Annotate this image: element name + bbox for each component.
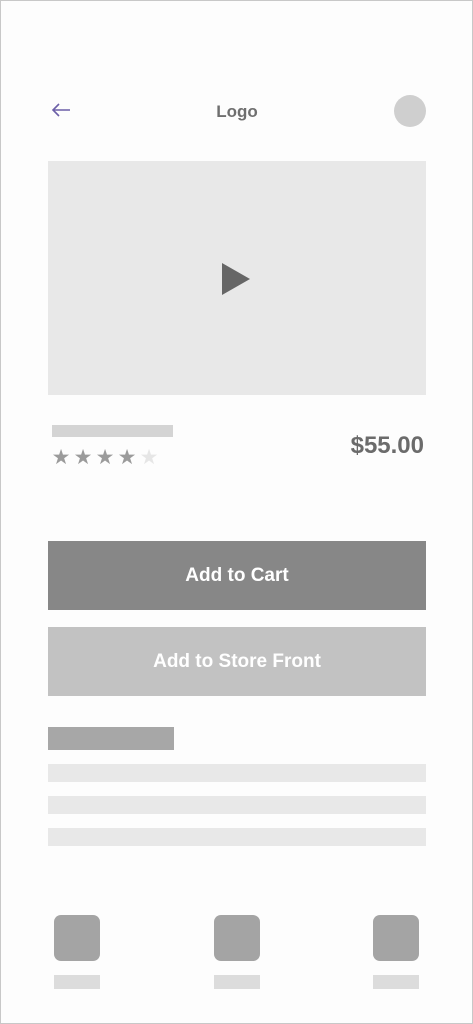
add-to-store-front-button[interactable]: Add to Store Front (48, 627, 426, 696)
bottom-nav-item-3[interactable] (373, 915, 419, 989)
nav-placeholder-icon (373, 915, 419, 961)
nav-placeholder-icon (54, 915, 100, 961)
product-video[interactable] (48, 161, 426, 395)
play-icon[interactable] (220, 261, 252, 297)
add-to-cart-button[interactable]: Add to Cart (48, 541, 426, 610)
star-empty-icon: ★ (139, 446, 159, 469)
bottom-nav-item-2[interactable] (214, 915, 260, 989)
nav-label-placeholder (214, 975, 260, 989)
star-icon: ★ (95, 446, 115, 469)
user-avatar-icon[interactable] (394, 95, 426, 127)
product-price: $55.00 (350, 432, 424, 459)
product-detail-screen: Logo ★ ★ ★ ★ ★ $55.00 Add to Cart Add to… (0, 0, 473, 1024)
star-icon: ★ (117, 446, 137, 469)
product-title-placeholder (52, 425, 173, 437)
description-line-placeholder (48, 764, 426, 782)
nav-label-placeholder (54, 975, 100, 989)
back-button[interactable] (48, 99, 74, 121)
description-heading-placeholder (48, 727, 174, 750)
description-line-placeholder (48, 828, 426, 846)
bottom-nav-item-1[interactable] (54, 915, 100, 989)
nav-placeholder-icon (214, 915, 260, 961)
star-rating: ★ ★ ★ ★ ★ (51, 447, 159, 469)
logo: Logo (216, 102, 258, 121)
description-line-placeholder (48, 796, 426, 814)
star-icon: ★ (73, 446, 93, 469)
nav-label-placeholder (373, 975, 419, 989)
arrow-left-icon (51, 103, 70, 117)
star-icon: ★ (51, 446, 71, 469)
